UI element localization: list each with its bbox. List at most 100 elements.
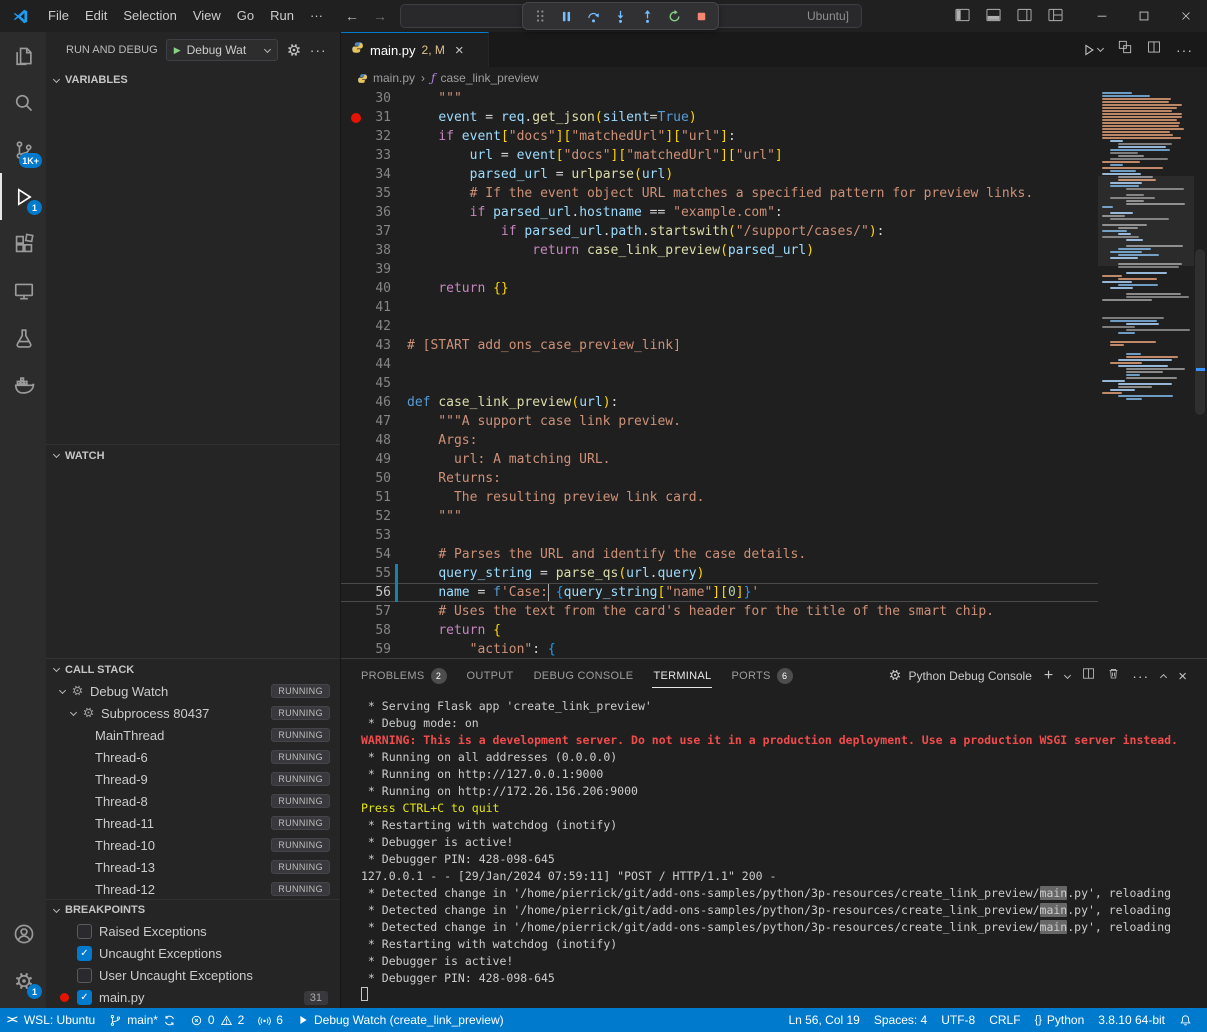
variables-section-header[interactable]: VARIABLES bbox=[46, 68, 340, 92]
maximize-icon[interactable] bbox=[1123, 0, 1165, 32]
gutter[interactable]: 53 bbox=[341, 526, 407, 545]
eol-status[interactable]: CRLF bbox=[982, 1008, 1027, 1032]
code-line[interactable]: 46def case_link_preview(url): bbox=[341, 393, 1098, 412]
split-editor-icon[interactable] bbox=[1147, 40, 1161, 59]
activity-run-and-debug-icon[interactable]: 1 bbox=[0, 173, 46, 220]
gutter[interactable]: 37 bbox=[341, 222, 407, 241]
gutter[interactable]: 31 bbox=[341, 108, 407, 127]
editor[interactable]: 30 """31 event = req.get_json(silent=Tru… bbox=[341, 89, 1207, 658]
step-out-icon[interactable] bbox=[635, 4, 660, 28]
branch-status[interactable]: main* bbox=[102, 1008, 183, 1032]
views-more-actions-icon[interactable]: ··· bbox=[310, 42, 327, 58]
call-stack-item[interactable]: Subprocess 80437RUNNING bbox=[46, 702, 340, 724]
code-line[interactable]: 45 bbox=[341, 374, 1098, 393]
code-line[interactable]: 34 parsed_url = urlparse(url) bbox=[341, 165, 1098, 184]
gutter[interactable]: 42 bbox=[341, 317, 407, 336]
gutter[interactable]: 39 bbox=[341, 260, 407, 279]
breakpoint-item[interactable]: ✓Uncaught Exceptions bbox=[46, 943, 340, 965]
menu-[interactable]: ··· bbox=[302, 5, 331, 27]
code-line[interactable]: 41 bbox=[341, 298, 1098, 317]
panel-tab-ports[interactable]: PORTS6 bbox=[721, 659, 802, 693]
panel-tab-output[interactable]: OUTPUT bbox=[457, 659, 524, 693]
terminal-launch-chevron-icon[interactable] bbox=[1064, 671, 1071, 678]
close-panel-icon[interactable]: × bbox=[1178, 668, 1187, 685]
call-stack-item[interactable]: Thread-12RUNNING bbox=[46, 878, 340, 899]
minimap-slider[interactable] bbox=[1098, 176, 1194, 266]
breakpoint-item[interactable]: Raised Exceptions bbox=[46, 921, 340, 943]
code-line[interactable]: 52 """ bbox=[341, 507, 1098, 526]
breakpoint-checkbox[interactable]: ✓ bbox=[77, 946, 92, 961]
call-stack-item[interactable]: MainThreadRUNNING bbox=[46, 724, 340, 746]
code-line[interactable]: 38 return case_link_preview(parsed_url) bbox=[341, 241, 1098, 260]
menu-go[interactable]: Go bbox=[229, 5, 262, 27]
encoding-status[interactable]: UTF-8 bbox=[934, 1008, 982, 1032]
code-line[interactable]: 35 # If the event object URL matches a s… bbox=[341, 184, 1098, 203]
toggle-panel-icon[interactable] bbox=[986, 8, 1001, 25]
panel-tab-problems[interactable]: PROBLEMS2 bbox=[351, 659, 457, 693]
maximize-panel-icon[interactable] bbox=[1160, 673, 1167, 680]
terminal-profile-select[interactable]: Python Debug Console bbox=[888, 668, 1031, 685]
gutter[interactable]: 30 bbox=[341, 89, 407, 108]
gutter[interactable]: 32 bbox=[341, 127, 407, 146]
minimize-icon[interactable] bbox=[1081, 0, 1123, 32]
debug-session-status[interactable]: Debug Watch (create_link_preview) bbox=[290, 1008, 511, 1032]
new-terminal-icon[interactable]: + bbox=[1044, 668, 1053, 684]
python-interpreter-status[interactable]: 3.8.10 64-bit bbox=[1091, 1008, 1172, 1032]
gutter[interactable]: 38 bbox=[341, 241, 407, 260]
gutter[interactable]: 59 bbox=[341, 640, 407, 658]
code-line[interactable]: 48 Args: bbox=[341, 431, 1098, 450]
go-back-icon[interactable]: ← bbox=[345, 8, 359, 24]
gutter[interactable]: 46 bbox=[341, 393, 407, 412]
gutter[interactable]: 43 bbox=[341, 336, 407, 355]
code-line[interactable]: 50 Returns: bbox=[341, 469, 1098, 488]
toggle-primary-sidebar-icon[interactable] bbox=[955, 8, 970, 25]
scrollbar-thumb[interactable] bbox=[1195, 249, 1205, 415]
gutter[interactable]: 41 bbox=[341, 298, 407, 317]
ports-status[interactable]: 6 bbox=[251, 1008, 290, 1032]
code-line[interactable]: 42 bbox=[341, 317, 1098, 336]
code-line[interactable]: 51 The resulting preview link card. bbox=[341, 488, 1098, 507]
code-line[interactable]: 37 if parsed_url.path.startswith("/suppo… bbox=[341, 222, 1098, 241]
breakpoint-item[interactable]: User Uncaught Exceptions bbox=[46, 965, 340, 987]
activity-docker-icon[interactable] bbox=[0, 361, 46, 408]
code-line[interactable]: 31 event = req.get_json(silent=True) bbox=[341, 108, 1098, 127]
split-terminal-icon[interactable] bbox=[1082, 667, 1095, 685]
gutter[interactable]: 34 bbox=[341, 165, 407, 184]
panel-more-actions-icon[interactable]: ··· bbox=[1132, 668, 1149, 684]
gutter[interactable]: 35 bbox=[341, 184, 407, 203]
gutter[interactable]: 54 bbox=[341, 545, 407, 564]
gutter[interactable]: 47 bbox=[341, 412, 407, 431]
code-line[interactable]: 57 # Uses the text from the card's heade… bbox=[341, 602, 1098, 621]
breakpoint-dot[interactable] bbox=[351, 113, 361, 123]
problems-status[interactable]: 0 2 bbox=[183, 1008, 251, 1032]
start-debug-icon[interactable]: ▶ bbox=[174, 45, 181, 56]
step-into-icon[interactable] bbox=[608, 4, 633, 28]
editor-more-actions-icon[interactable]: ··· bbox=[1176, 42, 1193, 58]
gutter[interactable]: 57 bbox=[341, 602, 407, 621]
activity-accounts-icon[interactable] bbox=[0, 910, 46, 957]
menu-view[interactable]: View bbox=[185, 5, 229, 27]
breakpoint-checkbox[interactable]: ✓ bbox=[77, 990, 92, 1005]
code-line[interactable]: 47 """A support case link preview. bbox=[341, 412, 1098, 431]
customize-layout-icon[interactable] bbox=[1048, 8, 1063, 25]
code-line[interactable]: 49 url: A matching URL. bbox=[341, 450, 1098, 469]
gutter[interactable]: 36 bbox=[341, 203, 407, 222]
breakpoint-item[interactable]: ✓main.py31 bbox=[46, 987, 340, 1008]
call-stack-item[interactable]: Thread-9RUNNING bbox=[46, 768, 340, 790]
call-stack-item[interactable]: Thread-6RUNNING bbox=[46, 746, 340, 768]
call-stack-item[interactable]: Thread-13RUNNING bbox=[46, 856, 340, 878]
activity-remote-explorer-icon[interactable] bbox=[0, 267, 46, 314]
code-line[interactable]: 53 bbox=[341, 526, 1098, 545]
code-line[interactable]: 36 if parsed_url.hostname == "example.co… bbox=[341, 203, 1098, 222]
gutter[interactable]: 49 bbox=[341, 450, 407, 469]
code-line[interactable]: 30 """ bbox=[341, 89, 1098, 108]
panel-tab-terminal[interactable]: TERMINAL bbox=[643, 659, 721, 693]
tab-main-py[interactable]: main.py 2, M × bbox=[341, 32, 489, 67]
restart-icon[interactable] bbox=[662, 4, 687, 28]
call-stack-item[interactable]: Thread-11RUNNING bbox=[46, 812, 340, 834]
kill-terminal-icon[interactable] bbox=[1107, 667, 1120, 685]
gutter[interactable]: 58 bbox=[341, 621, 407, 640]
gutter[interactable]: 51 bbox=[341, 488, 407, 507]
menu-edit[interactable]: Edit bbox=[77, 5, 115, 27]
code-line[interactable]: 44 bbox=[341, 355, 1098, 374]
